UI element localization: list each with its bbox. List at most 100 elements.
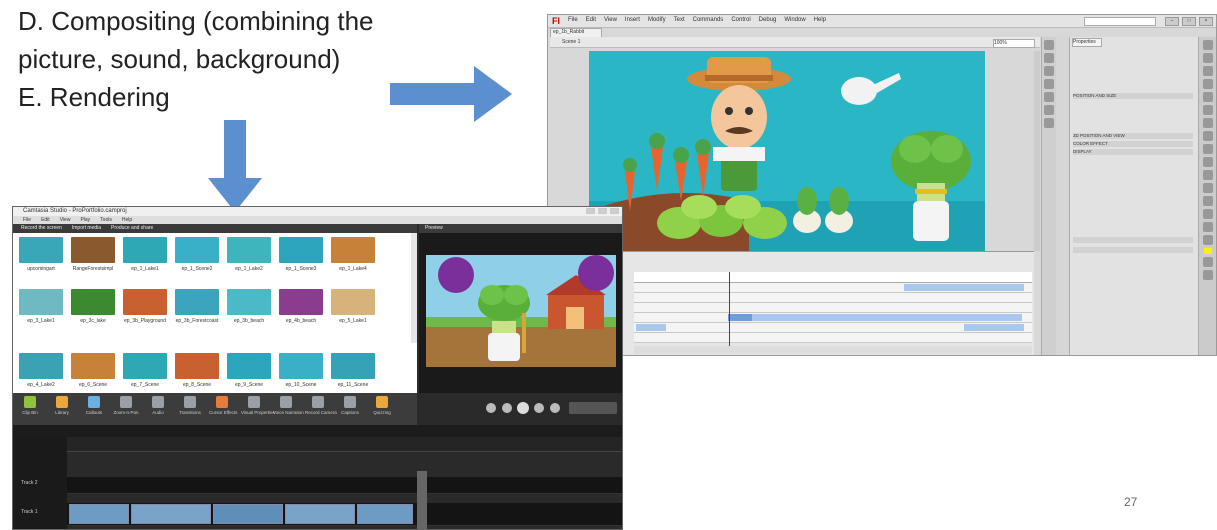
preview-canvas[interactable] [426,255,616,367]
minimize-icon[interactable]: – [1165,17,1179,26]
list-item[interactable]: ep_3b_Forestcoast [175,289,219,324]
timeline-tween[interactable] [752,314,1022,321]
properties-tab[interactable]: Properties [1072,38,1102,47]
timeline-clip[interactable] [357,504,413,524]
callouts-button[interactable]: Callouts [81,396,107,415]
timeline-clip[interactable] [285,504,355,524]
timeline-ruler[interactable] [67,437,622,452]
timeline-tween[interactable] [904,284,1024,291]
timeline-tween[interactable] [964,324,1024,331]
timeline-layer[interactable] [634,323,1032,333]
list-item[interactable]: ep_7_Scene [123,353,167,388]
swap-colors-icon[interactable] [1203,257,1213,267]
panel-icon[interactable] [1044,105,1054,115]
menu-window[interactable]: Window [784,17,805,23]
scene-label[interactable]: Scene 1 [562,39,580,45]
cursor-effects-button[interactable]: Cursor Effects [209,396,237,415]
list-item[interactable]: ep_4_Lake2 [19,353,63,388]
clip-bin-button[interactable]: Clip Bin [17,396,43,415]
pen-tool-icon[interactable] [1203,92,1213,102]
props-section[interactable] [1073,247,1193,253]
list-item[interactable]: upcomingart [19,237,63,272]
timeline-layer[interactable] [634,313,1032,323]
props-section-color[interactable]: COLOR EFFECT [1073,141,1193,147]
timeline-layer[interactable] [634,303,1032,313]
snap-icon[interactable] [1203,270,1213,280]
pencil-tool-icon[interactable] [1203,144,1213,154]
list-item[interactable]: ep_5_Lake1 [331,289,375,324]
menu-edit[interactable]: Edit [41,216,50,224]
zoom-tool-icon[interactable] [1203,235,1213,245]
menu-commands[interactable]: Commands [693,17,724,23]
import-media-button[interactable]: Import media [72,224,101,233]
list-item[interactable]: ep_8_Scene [175,353,219,388]
timeline-clip[interactable] [69,504,129,524]
menu-view[interactable]: View [604,17,617,23]
eraser-tool-icon[interactable] [1203,209,1213,219]
record-camera-button[interactable]: Record Camera [305,396,337,415]
list-item[interactable]: ep_1_Scene2 [175,237,219,272]
menu-tools[interactable]: Tools [100,216,112,224]
menu-help[interactable]: Help [814,17,826,23]
rectangle-tool-icon[interactable] [1203,131,1213,141]
stage-scrollbar[interactable] [1034,51,1040,251]
menu-text[interactable]: Text [674,17,685,23]
record-screen-button[interactable]: Record the screen [21,224,62,233]
lasso-tool-icon[interactable] [1203,79,1213,89]
menu-modify[interactable]: Modify [648,17,666,23]
list-item[interactable]: ep_11_Scene [331,353,375,388]
panel-icon[interactable] [1044,40,1054,50]
list-item[interactable]: ep_3c_lake [71,289,115,324]
list-item[interactable]: ep_1_Lake2 [227,237,271,272]
list-item[interactable]: ep_1_Scene3 [279,237,323,272]
transform-tool-icon[interactable] [1203,66,1213,76]
list-item[interactable]: ep_6_Scene [71,353,115,388]
menu-play[interactable]: Play [80,216,90,224]
menu-file[interactable]: File [23,216,31,224]
timeline-layer[interactable] [634,283,1032,293]
list-item[interactable]: ep_1_Lake1 [123,237,167,272]
list-item[interactable]: ep_1_Lake4 [331,237,375,272]
menu-debug[interactable]: Debug [759,17,777,23]
quizzing-button[interactable]: Quizzing [369,396,395,415]
timeline-clip[interactable] [213,504,283,524]
list-item[interactable]: RangeForestsimpl [71,237,115,272]
flash-zoom-select[interactable]: 100% [993,39,1035,48]
transitions-button[interactable]: Transitions [177,396,203,415]
maximize-icon[interactable]: □ [1182,17,1196,26]
panel-icon[interactable] [1044,79,1054,89]
close-icon[interactable]: × [1199,17,1213,26]
preview-toolbar[interactable]: Preview [419,224,622,233]
timeline-playhead[interactable] [417,471,427,529]
list-item[interactable]: ep_10_Scene [279,353,323,388]
maximize-icon[interactable]: □ [598,208,607,214]
zoom-pan-button[interactable]: Zoom-n-Pan [113,396,139,415]
selection-tool-icon[interactable] [1203,40,1213,50]
menu-control[interactable]: Control [731,17,750,23]
panel-icon[interactable] [1044,92,1054,102]
close-icon[interactable]: × [610,208,619,214]
audio-button[interactable]: Audio [145,396,171,415]
text-tool-icon[interactable] [1203,105,1213,115]
props-section-3d[interactable]: 3D POSITION AND VIEW [1073,133,1193,139]
props-section[interactable] [1073,237,1193,243]
library-button[interactable]: Library [49,396,75,415]
panel-icon[interactable] [1044,66,1054,76]
flash-search-input[interactable] [1084,17,1156,26]
paint-bucket-tool-icon[interactable] [1203,183,1213,193]
list-item[interactable]: ep_3b_beach [227,289,271,324]
timeline-track-1[interactable] [67,503,622,526]
timeline-toolbar[interactable] [13,425,622,437]
timeline-playhead[interactable] [729,272,730,354]
menu-file[interactable]: File [568,17,578,23]
list-item[interactable]: ep_3_Lake1 [19,289,63,324]
panel-icon[interactable] [1044,118,1054,128]
list-item[interactable]: ep_3b_Playground [123,289,167,324]
timeline-tween[interactable] [728,314,752,321]
menu-help[interactable]: Help [122,216,132,224]
minimize-icon[interactable]: – [586,208,595,214]
subselection-tool-icon[interactable] [1203,53,1213,63]
props-section-display[interactable]: DISPLAY [1073,149,1193,155]
eyedropper-tool-icon[interactable] [1203,196,1213,206]
menu-edit[interactable]: Edit [586,17,596,23]
